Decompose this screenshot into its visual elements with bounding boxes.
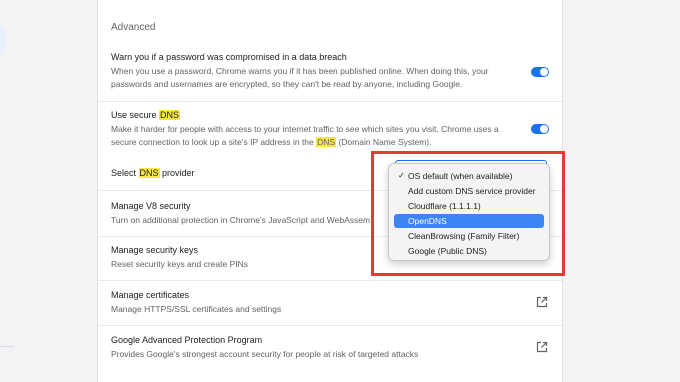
advanced-protection-row[interactable]: Google Advanced Protection Program Provi… [111, 335, 549, 361]
advanced-protection-title: Google Advanced Protection Program [111, 335, 263, 345]
advanced-protection-desc: Provides Google's strongest account secu… [111, 349, 419, 359]
secure-dns-desc: Make it harder for people with access to… [111, 124, 499, 147]
certificates-row[interactable]: Manage certificates Manage HTTPS/SSL cer… [111, 290, 549, 316]
annotation-highlight-box [371, 151, 565, 276]
password-warn-title: Warn you if a password was compromised i… [111, 52, 347, 62]
divider [98, 280, 562, 281]
secure-dns-row[interactable]: Use secure DNS Make it harder for people… [111, 110, 549, 149]
section-title: Advanced [111, 22, 156, 33]
open-in-new-icon[interactable] [536, 296, 548, 308]
left-divider [0, 346, 14, 347]
certificates-desc: Manage HTTPS/SSL certificates and settin… [111, 304, 282, 314]
password-warn-row[interactable]: Warn you if a password was compromised i… [111, 52, 549, 91]
open-in-new-icon[interactable] [536, 341, 548, 353]
certificates-title: Manage certificates [111, 290, 190, 300]
left-nav-edge [0, 24, 6, 54]
password-warn-toggle[interactable] [531, 67, 549, 77]
divider [98, 101, 562, 102]
divider [98, 325, 562, 326]
secure-dns-title: Use secure DNS [111, 110, 181, 120]
secure-dns-toggle[interactable] [531, 124, 549, 134]
password-warn-desc: When you use a password, Chrome warns yo… [111, 66, 489, 89]
